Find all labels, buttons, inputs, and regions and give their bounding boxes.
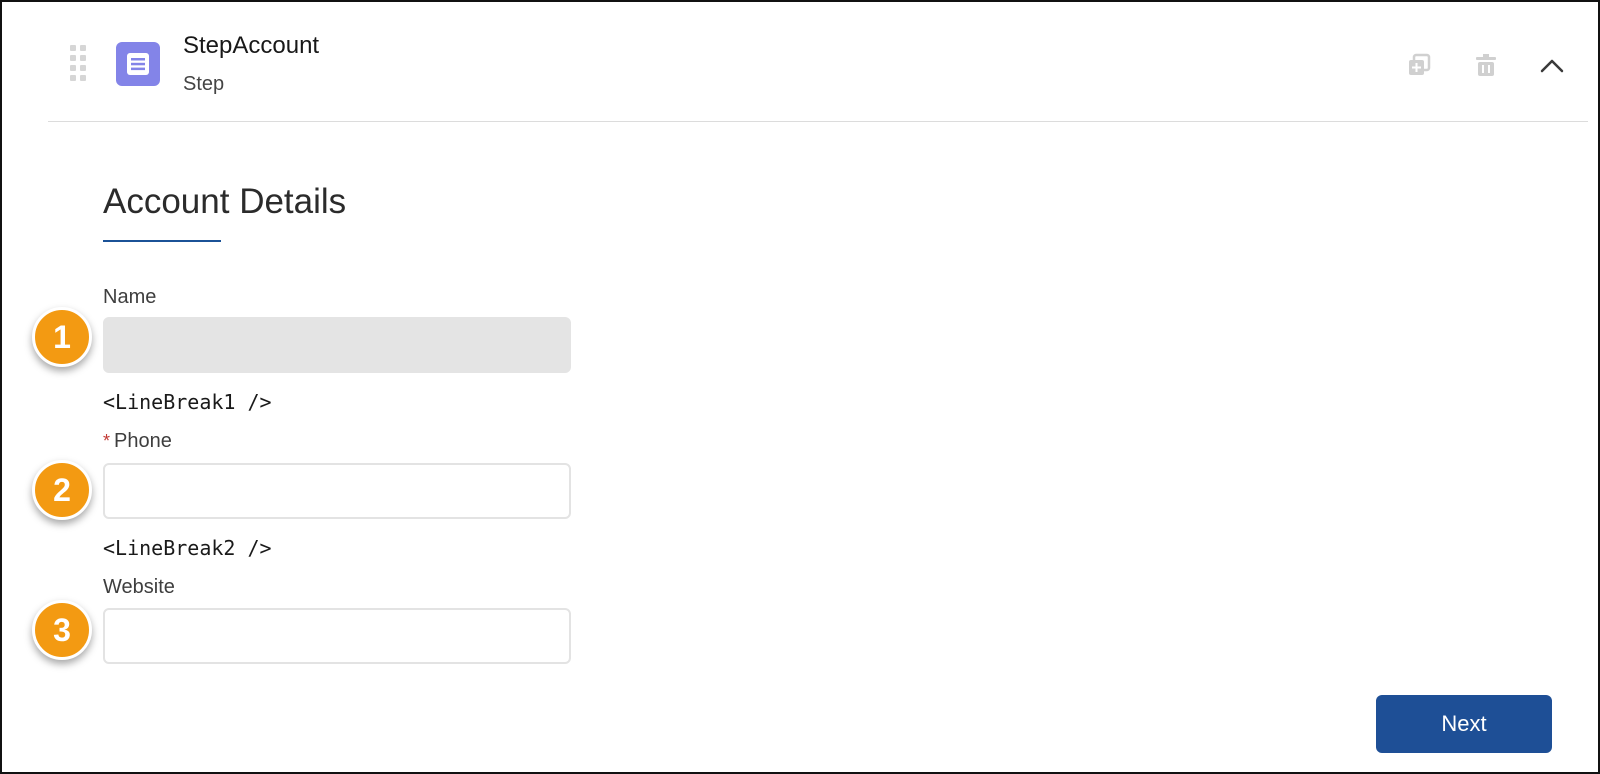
step-header: StepAccount Step <box>2 2 1598 122</box>
chevron-up-icon[interactable] <box>1535 48 1569 82</box>
phone-label: * Phone <box>103 430 172 453</box>
section-title-underline <box>103 240 221 242</box>
trash-icon[interactable] <box>1469 48 1503 82</box>
website-label: Website <box>103 576 175 598</box>
section-title: Account Details <box>103 182 347 221</box>
duplicate-icon[interactable] <box>1402 48 1436 82</box>
list-icon <box>116 42 160 86</box>
linebreak2-code: <LineBreak2 /> <box>103 536 272 560</box>
step-card: StepAccount Step Account Details Name 1 … <box>0 0 1600 774</box>
callout-badge-1: 1 <box>32 307 92 367</box>
required-marker: * <box>103 431 111 451</box>
callout-badge-3: 3 <box>32 600 92 660</box>
website-field[interactable] <box>103 608 571 664</box>
phone-field[interactable] <box>103 463 571 519</box>
step-title: StepAccount <box>183 32 320 59</box>
linebreak1-code: <LineBreak1 /> <box>103 390 272 414</box>
header-divider <box>48 121 1588 122</box>
name-label: Name <box>103 286 157 308</box>
name-field[interactable] <box>103 317 571 373</box>
step-type-label: Step <box>183 73 225 95</box>
callout-badge-2: 2 <box>32 460 92 520</box>
phone-label-text: Phone <box>114 430 172 452</box>
next-button[interactable]: Next <box>1376 695 1552 753</box>
drag-handle-icon[interactable] <box>70 45 90 85</box>
